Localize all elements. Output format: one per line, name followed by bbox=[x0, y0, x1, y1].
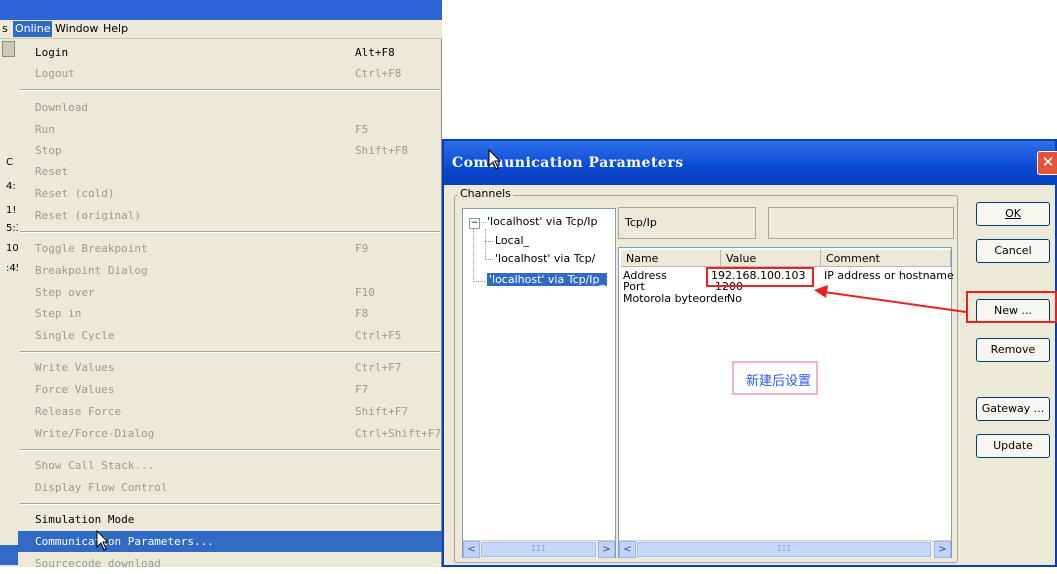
mouse-cursor-icon bbox=[488, 149, 502, 170]
address-value-highlight bbox=[706, 267, 814, 287]
tree-horizontal-scrollbar[interactable]: < III > bbox=[463, 540, 615, 558]
menu-item-show-call-stack[interactable]: Show Call Stack... bbox=[18, 455, 442, 476]
dialog-title-bar[interactable]: Communication Parameters ✕ bbox=[444, 141, 1057, 185]
close-icon: ✕ bbox=[1041, 153, 1055, 171]
protocol-field: Tcp/Ip bbox=[618, 207, 756, 239]
new-button-highlight bbox=[966, 291, 1057, 323]
menu-item-reset-cold[interactable]: Reset (cold) bbox=[18, 183, 442, 204]
menu-item-logout[interactable]: Logout Ctrl+F8 bbox=[18, 63, 442, 84]
menu-separator bbox=[20, 449, 440, 451]
menu-item-breakpoint-dialog[interactable]: Breakpoint Dialog bbox=[18, 260, 442, 281]
background-text-fragment: C bbox=[6, 157, 13, 168]
menu-item-display-flow-control[interactable]: Display Flow Control bbox=[18, 477, 442, 498]
scroll-left-icon[interactable]: < bbox=[463, 541, 480, 558]
menu-item-write-values[interactable]: Write Values Ctrl+F7 bbox=[18, 357, 442, 378]
tree-connector bbox=[485, 259, 493, 260]
mouse-cursor-icon bbox=[96, 530, 110, 551]
menu-separator bbox=[20, 351, 440, 353]
scroll-left-icon[interactable]: < bbox=[619, 541, 636, 558]
tree-connector bbox=[473, 281, 485, 282]
menu-item-step-in[interactable]: Step in F8 bbox=[18, 303, 442, 324]
cancel-button-label: Cancel bbox=[994, 244, 1032, 257]
menu-window[interactable]: Window bbox=[55, 22, 98, 35]
menu-online[interactable]: Online bbox=[13, 21, 53, 37]
tree-connector bbox=[479, 222, 486, 223]
tree-connector bbox=[473, 228, 474, 282]
tree-item-root[interactable]: 'localhost' via Tcp/Ip bbox=[487, 215, 598, 228]
menu-item-sourcecode-download[interactable]: Sourcecode download bbox=[18, 553, 442, 574]
menu-item-step-over[interactable]: Step over F10 bbox=[18, 282, 442, 303]
background-selection bbox=[0, 545, 18, 565]
channels-tree[interactable]: − 'localhost' via Tcp/Ip Local_ 'localho… bbox=[462, 208, 616, 558]
param-value-byteorder[interactable]: No bbox=[727, 292, 742, 305]
column-header-value[interactable]: Value bbox=[721, 250, 821, 267]
menu-item-toggle-breakpoint[interactable]: Toggle Breakpoint F9 bbox=[18, 238, 442, 259]
expand-collapse-icon[interactable]: − bbox=[469, 218, 480, 229]
close-button[interactable]: ✕ bbox=[1037, 151, 1057, 175]
toolbar-icon[interactable] bbox=[2, 41, 15, 57]
tree-connector bbox=[485, 229, 486, 259]
column-header-name[interactable]: Name bbox=[621, 250, 721, 267]
menu-item-stop[interactable]: Stop Shift+F8 bbox=[18, 140, 442, 161]
protocol-field-value: Tcp/Ip bbox=[625, 216, 657, 229]
menu-separator bbox=[20, 231, 440, 233]
menu-item-login[interactable]: Login Alt+F8 bbox=[18, 42, 442, 63]
menu-item-communication-parameters[interactable]: Communication Parameters... bbox=[18, 531, 442, 552]
param-name-byteorder[interactable]: Motorola byteorder bbox=[623, 292, 728, 305]
update-button-label: Update bbox=[993, 439, 1033, 452]
tree-item-localhost-child[interactable]: 'localhost' via Tcp/ bbox=[495, 252, 595, 265]
tree-connector bbox=[485, 241, 493, 242]
ok-button-label: OK bbox=[1005, 207, 1021, 220]
background-text-fragment: 4: bbox=[6, 181, 16, 192]
annotation-arrow-icon bbox=[814, 285, 967, 313]
remove-button[interactable]: Remove bbox=[976, 338, 1050, 362]
tree-item-selected[interactable]: 'localhost' via Tcp/Ip_ bbox=[487, 273, 608, 286]
menu-item-partial[interactable]: s bbox=[2, 22, 8, 35]
annotation-text: 新建后设置 bbox=[746, 374, 812, 389]
background-editor-strip: C 4: 1! 5:3 10 :45 bbox=[0, 39, 22, 567]
scroll-thumb[interactable]: III bbox=[481, 542, 596, 557]
menu-item-single-cycle[interactable]: Single Cycle Ctrl+F5 bbox=[18, 325, 442, 346]
background-text-fragment: 1! bbox=[6, 205, 17, 216]
app-title-bar bbox=[0, 0, 442, 20]
cancel-button[interactable]: Cancel bbox=[976, 239, 1050, 263]
gateway-button[interactable]: Gateway ... bbox=[976, 397, 1050, 421]
dialog-title: Communication Parameters bbox=[452, 155, 684, 171]
annotation-note: 新建后设置 bbox=[732, 361, 818, 395]
channel-name-field bbox=[768, 207, 954, 239]
menu-item-download[interactable]: Download bbox=[18, 97, 442, 118]
scroll-right-icon[interactable]: > bbox=[934, 541, 951, 558]
menu-item-simulation-mode[interactable]: Simulation Mode bbox=[18, 509, 442, 530]
tree-item-local[interactable]: Local_ bbox=[495, 234, 529, 247]
remove-button-label: Remove bbox=[990, 343, 1036, 356]
menu-item-release-force[interactable]: Release Force Shift+F7 bbox=[18, 401, 442, 422]
update-button[interactable]: Update bbox=[976, 434, 1050, 458]
scroll-right-icon[interactable]: > bbox=[598, 541, 615, 558]
menu-item-run[interactable]: Run F5 bbox=[18, 119, 442, 140]
menu-separator bbox=[20, 503, 440, 505]
background-text-fragment: 10 bbox=[6, 243, 19, 254]
menu-item-write-force-dialog[interactable]: Write/Force-Dialog Ctrl+Shift+F7 bbox=[18, 423, 442, 444]
menu-separator bbox=[20, 89, 440, 91]
ok-button[interactable]: OK bbox=[976, 202, 1050, 226]
communication-parameters-dialog: Communication Parameters ✕ Channels − 'l… bbox=[442, 139, 1057, 567]
gateway-button-label: Gateway ... bbox=[981, 402, 1045, 415]
menu-item-reset-original[interactable]: Reset (original) bbox=[18, 205, 442, 226]
scroll-thumb[interactable]: III bbox=[637, 542, 931, 557]
menu-item-reset[interactable]: Reset bbox=[18, 161, 442, 182]
online-dropdown-menu: Login Alt+F8 Logout Ctrl+F8 Download Run F5… bbox=[18, 39, 442, 570]
menu-bar: s Online Window Help bbox=[0, 20, 442, 39]
column-header-comment[interactable]: Comment bbox=[821, 250, 951, 267]
menu-item-force-values[interactable]: Force Values F7 bbox=[18, 379, 442, 400]
channels-group-label: Channels bbox=[458, 187, 513, 200]
menu-help[interactable]: Help bbox=[103, 22, 128, 35]
grid-horizontal-scrollbar[interactable]: < III > bbox=[619, 540, 951, 558]
